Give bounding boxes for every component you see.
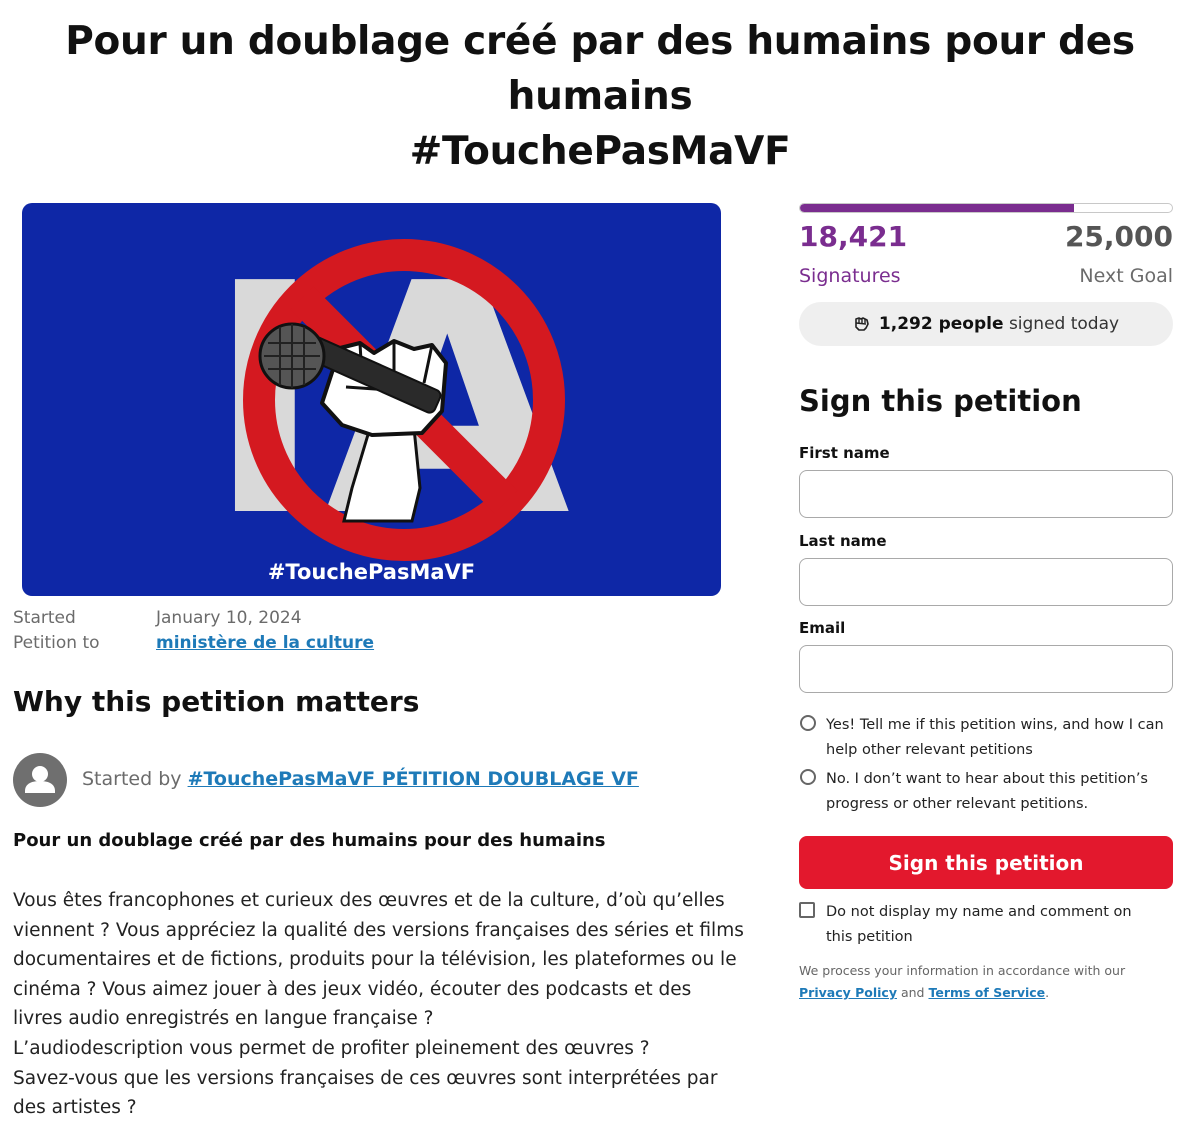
last-name-field[interactable] <box>799 558 1173 606</box>
user-icon <box>25 766 55 793</box>
privacy-policy-link[interactable]: Privacy Policy <box>799 985 897 1000</box>
updates-yes-option[interactable]: Yes! Tell me if this petition wins, and … <box>799 713 1179 762</box>
signed-today-pill: 1,292 people signed today <box>799 302 1173 346</box>
petition-to-label: Petition to <box>13 633 100 653</box>
body-line: Savez-vous que les versions françaises d… <box>13 1067 718 1089</box>
why-heading: Why this petition matters <box>13 685 420 718</box>
sign-petition-button[interactable]: Sign this petition <box>799 836 1173 889</box>
body-line: documentaires et de fictions, produits p… <box>13 949 737 971</box>
email-field[interactable] <box>799 645 1173 693</box>
signed-today-count: 1,292 people <box>878 314 1004 334</box>
hero-caption: #TouchePasMaVF <box>267 560 476 584</box>
body-line: viennent ? Vous appréciez la qualité des… <box>13 919 744 941</box>
started-by-prefix: Started by <box>82 768 182 790</box>
body-line: cinéma ? Vous aimez jouer à des jeux vid… <box>13 978 692 1000</box>
hide-name-option[interactable]: Do not display my name and comment on th… <box>799 900 1179 949</box>
signed-today-suffix: signed today <box>1008 314 1120 334</box>
fist-icon <box>855 317 869 331</box>
petition-hero-image: IA #TouchePasMaVF <box>22 203 721 596</box>
terms-of-service-link[interactable]: Terms of Service <box>928 985 1045 1000</box>
petition-title-line-2: #TouchePasMaVF <box>409 129 791 174</box>
started-by: Started by #TouchePasMaVF PÉTITION DOUBL… <box>82 768 639 790</box>
email-label: Email <box>799 619 846 637</box>
signature-count: 18,421 <box>799 220 908 253</box>
body-line: livres audio enregistrés en langue franç… <box>13 1008 434 1030</box>
petition-body: Vous êtes francophones et curieux des œu… <box>13 886 744 1123</box>
hide-name-label: Do not display my name and comment on th… <box>826 904 1132 945</box>
updates-yes-label: Yes! Tell me if this petition wins, and … <box>826 717 1164 758</box>
signature-progress-fill <box>800 204 1075 212</box>
body-line: L’audiodescription vous permet de profit… <box>13 1037 650 1059</box>
signature-label: Signatures <box>799 265 901 287</box>
body-heading: Pour un doublage créé par des humains po… <box>13 830 606 851</box>
privacy-prefix: We process your information in accordanc… <box>799 963 1126 978</box>
body-line: des artistes ? <box>13 1097 137 1119</box>
updates-yes-radio[interactable] <box>800 715 816 731</box>
started-date: January 10, 2024 <box>156 608 302 628</box>
avatar <box>13 753 67 807</box>
privacy-and: and <box>900 985 925 1000</box>
sign-form-heading: Sign this petition <box>799 384 1082 418</box>
no-ai-logo-icon: IA <box>206 216 573 586</box>
signature-progress-bar <box>799 203 1173 213</box>
started-label: Started <box>13 608 76 628</box>
updates-no-option[interactable]: No. I don’t want to hear about this peti… <box>799 767 1179 816</box>
updates-no-label: No. I don’t want to hear about this peti… <box>826 771 1148 812</box>
body-line: Vous êtes francophones et curieux des œu… <box>13 890 725 911</box>
petition-title: Pour un doublage créé par des humains po… <box>0 14 1200 179</box>
privacy-end: . <box>1045 985 1050 1000</box>
first-name-field[interactable] <box>799 470 1173 518</box>
petition-title-line-1: Pour un doublage créé par des humains po… <box>65 19 1135 119</box>
goal-count: 25,000 <box>1064 220 1173 253</box>
petition-target-link[interactable]: ministère de la culture <box>156 633 374 653</box>
hide-name-checkbox[interactable] <box>799 902 815 918</box>
last-name-label: Last name <box>799 532 887 550</box>
privacy-notice: We process your information in accordanc… <box>799 960 1179 1004</box>
updates-no-radio[interactable] <box>800 769 816 785</box>
first-name-label: First name <box>799 444 890 462</box>
goal-label: Next Goal <box>1079 265 1173 287</box>
starter-link[interactable]: #TouchePasMaVF PÉTITION DOUBLAGE VF <box>188 768 639 790</box>
